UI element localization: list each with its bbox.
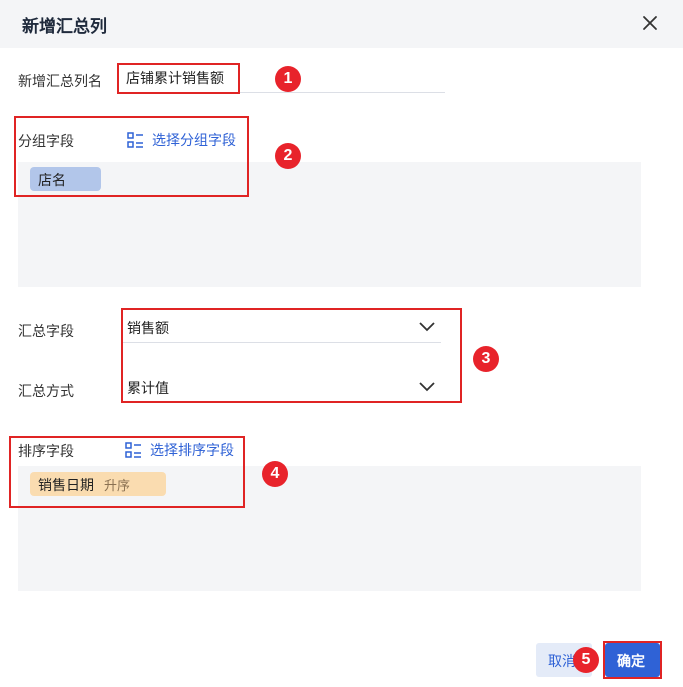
annotation-badge-1: 1	[275, 66, 301, 92]
annotation-box-5	[603, 641, 662, 679]
summary-field-label: 汇总字段	[18, 324, 74, 340]
annotation-badge-4: 4	[262, 461, 288, 487]
annotation-box-3	[121, 308, 462, 403]
summary-method-label: 汇总方式	[18, 384, 74, 400]
annotation-badge-5: 5	[573, 647, 599, 673]
annotation-box-4	[9, 436, 245, 508]
dialog-header: 新增汇总列	[0, 0, 683, 48]
summary-name-label: 新增汇总列名	[18, 74, 102, 90]
annotation-box-2	[14, 116, 249, 197]
annotation-box-1	[117, 63, 240, 94]
cancel-button-label: 取消	[548, 654, 576, 670]
annotation-badge-2: 2	[275, 143, 301, 169]
dialog-title: 新增汇总列	[22, 17, 107, 37]
annotation-badge-3: 3	[473, 346, 499, 372]
close-icon[interactable]	[640, 13, 660, 33]
